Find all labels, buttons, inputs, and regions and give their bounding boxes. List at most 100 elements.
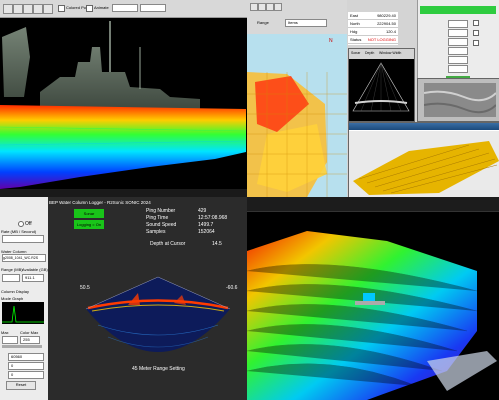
colored-points-checkbox[interactable] [58, 5, 65, 12]
sonar-status-button[interactable]: Sonar [74, 209, 104, 218]
logger-controls: Off Rate (MB / Second) Water Column g200… [0, 197, 48, 400]
chart-map-view[interactable]: N [247, 34, 347, 197]
rate-field[interactable] [2, 235, 44, 243]
water-column-file-field[interactable]: g2008_1041_WC.R2S [2, 254, 46, 262]
settings-field-6[interactable] [448, 65, 468, 73]
reset-button[interactable]: Reset [6, 381, 36, 390]
backscatter-image[interactable] [424, 83, 496, 117]
value-1: 60560 [11, 354, 23, 359]
settings-field-3[interactable] [448, 38, 468, 46]
settings-checkbox-1[interactable] [473, 20, 479, 26]
chart-tool-1[interactable] [250, 3, 258, 11]
settings-field-5[interactable] [448, 56, 468, 64]
ping-time-value: 12:57:08.968 [198, 215, 228, 221]
ship-pointcloud[interactable] [0, 17, 247, 189]
position-readout: East 980229.40 North 222904.50 Hdg 120.4… [348, 12, 398, 45]
settings-checkbox-3[interactable] [473, 40, 479, 46]
terrain-titlebar [349, 123, 499, 130]
ping-number-value: 429 [198, 208, 207, 214]
sonar-small-header-2: Depth [365, 51, 375, 55]
sonar-status-label: Sonar [83, 211, 95, 216]
water-column-fan[interactable] [78, 275, 238, 365]
toolbar-button-3[interactable] [23, 4, 33, 14]
available-gb-value: 911.1 [25, 275, 35, 280]
off-radio-label: Off [25, 221, 32, 227]
seafloor-pointcloud-window [247, 197, 499, 400]
value-field-1[interactable]: 60560 [8, 353, 44, 361]
toolbar-button-1[interactable] [3, 4, 13, 14]
rate-label: Rate (MB / Second) [1, 229, 37, 234]
sonar-fan-display[interactable] [349, 59, 414, 121]
color-max-label: Color Max [20, 330, 39, 335]
chart-tool-3[interactable] [266, 3, 274, 11]
reset-label: Reset [15, 382, 27, 387]
range-setting-label: 45 Meter Range Setting [132, 366, 185, 372]
settings-status-bar [420, 6, 496, 14]
color-max-value: 255 [23, 337, 30, 342]
chart-tool-4[interactable] [274, 3, 282, 11]
toolbar-field-1[interactable] [112, 4, 138, 12]
range-select-value: Items [288, 20, 298, 25]
max-field[interactable] [2, 336, 18, 344]
readout-label-hdg: Hdg [350, 29, 358, 34]
readout-value-status: NOT LOGGING [367, 37, 396, 42]
readout-label-status: Status [350, 37, 362, 42]
max-slider[interactable] [2, 345, 42, 348]
range-label: Range [257, 20, 269, 25]
mode-graph [2, 302, 44, 324]
pointcloud-ship-window: Colored Points Animate [0, 0, 247, 197]
readout-label-east: East [350, 13, 359, 18]
logging-status-button[interactable]: Logging = On [74, 220, 104, 229]
settings-checkbox-2[interactable] [473, 30, 479, 36]
terrain-3d-window [348, 122, 499, 197]
readout-value-north: 222904.50 [377, 21, 396, 26]
sonar-small-header-1: Sonar [351, 51, 361, 55]
depth-at-cursor-value: 14.5 [212, 241, 222, 247]
pointcloud-statusbar [0, 189, 247, 197]
range-mb-field[interactable] [2, 274, 20, 282]
value-field-3[interactable]: 0 [8, 371, 44, 379]
ping-number-label: Ping Number [146, 208, 176, 214]
sonar-small-header-3: Window Width [379, 51, 402, 55]
logger-main-display: BEP Water Column Logger - R2Sonic SONIC … [48, 197, 247, 400]
available-gb-label: Available (GB) [22, 267, 48, 272]
svg-text:N: N [329, 38, 333, 44]
animate-checkbox[interactable] [86, 5, 93, 12]
seafloor-toolbar [247, 197, 499, 212]
water-column-logger-window: Off Rate (MB / Second) Water Column g200… [0, 197, 247, 400]
range-select[interactable]: Items [285, 19, 327, 27]
depth-at-cursor-label: Depth at Cursor [150, 241, 186, 247]
logger-title: BEP Water Column Logger - R2Sonic SONIC … [49, 200, 151, 205]
chart-toolbar: Range Items [247, 0, 347, 35]
value-2: 0 [11, 363, 14, 368]
seafloor-3d-view[interactable] [247, 211, 499, 400]
samples-label: Samples [146, 229, 166, 235]
toolbar-button-2[interactable] [13, 4, 23, 14]
toolbar-field-2[interactable] [140, 4, 166, 12]
survey-monitor-window: Range Items N East 980229.40 North 22290… [247, 0, 499, 197]
value-3: 0 [11, 372, 14, 377]
water-column-file-value: g2008_1041_WC.R2S [3, 256, 39, 260]
value-field-2[interactable]: 0 [8, 362, 44, 370]
color-max-field[interactable]: 255 [20, 336, 40, 344]
sound-speed-label: Sound Speed [146, 222, 177, 228]
max-label: Max [1, 330, 9, 335]
ping-time-label: Ping Time [146, 215, 169, 221]
readout-label-north: North [350, 21, 360, 26]
readout-value-east: 980229.40 [377, 13, 396, 18]
available-gb-field[interactable]: 911.1 [22, 274, 44, 282]
settings-field-4[interactable] [448, 47, 468, 55]
backscatter-window [417, 78, 499, 122]
sonar-fan-window: Sonar Depth Window Width [348, 48, 415, 122]
chart-tool-2[interactable] [258, 3, 266, 11]
logging-status-label: Logging = On [76, 222, 102, 227]
toolbar-button-5[interactable] [43, 4, 53, 14]
animate-label: Animate [94, 5, 109, 10]
off-radio[interactable] [18, 221, 24, 227]
column-display-label: Column Display [1, 289, 30, 294]
settings-field-2[interactable] [448, 29, 468, 37]
terrain-3d-view[interactable] [349, 131, 499, 197]
toolbar-button-4[interactable] [33, 4, 43, 14]
settings-field-1[interactable] [448, 20, 468, 28]
samples-value: 152064 [198, 229, 215, 235]
